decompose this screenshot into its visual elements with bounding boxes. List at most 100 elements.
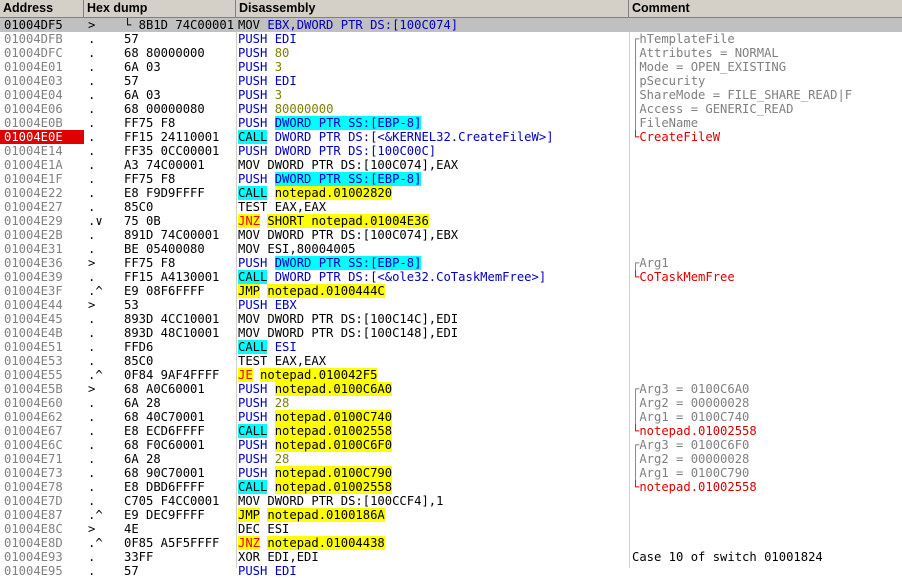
row-operands: DWORD PTR SS:[EBP-8] <box>274 256 422 270</box>
row-address[interactable]: 01004E2B <box>0 228 84 242</box>
row-disassembly: CALL ESI <box>238 340 629 354</box>
table-row[interactable]: 01004E39. FF15 A4130001 CALL DWORD PTR DS:… <box>0 270 902 284</box>
row-address[interactable]: 01004E14 <box>0 144 84 158</box>
table-row[interactable]: 01004E78. E8 DBD6FFFF CALL notepad.0100255… <box>0 480 902 494</box>
header-address[interactable]: Address <box>0 0 84 17</box>
table-row[interactable]: 01004E73. 68 90C70001 PUSH notepad.0100C79… <box>0 466 902 480</box>
row-jump-marker: . <box>88 396 96 410</box>
table-row[interactable]: 01004E03. 57 PUSH EDI │pSecurity <box>0 74 902 88</box>
row-disassembly: CALL notepad.01002820 <box>238 186 629 200</box>
table-row[interactable]: 01004DFB. 57 PUSH EDI ┌hTemplateFile <box>0 32 902 46</box>
row-jump-marker: . <box>88 354 96 368</box>
row-jump-marker: . <box>88 102 96 116</box>
table-row[interactable]: 01004E3F .^ E9 08F6FFFF JMP notepad.0100444… <box>0 284 902 298</box>
row-address[interactable]: 01004E7D <box>0 494 84 508</box>
row-address[interactable]: 01004E1A <box>0 158 84 172</box>
table-row[interactable]: 01004E55 .^ 0F84 9AF4FFFF JE notepad.010042… <box>0 368 902 382</box>
table-row[interactable]: 01004E04. 6A 03 PUSH 3 │ShareMode = FILE_SH… <box>0 88 902 102</box>
table-row[interactable]: 01004E87 .^ E9 DEC9FFFF JMP notepad.0100186… <box>0 508 902 522</box>
row-address[interactable]: 01004E55 <box>0 368 84 382</box>
row-address[interactable]: 01004E22 <box>0 186 84 200</box>
table-row[interactable]: 01004E4B. 893D 48C10001 MOV DWORD PTR DS:[… <box>0 326 902 340</box>
row-mnemonic: CALL <box>238 424 268 438</box>
row-address[interactable]: 01004DFC <box>0 46 84 60</box>
row-mnemonic: MOV <box>238 494 261 508</box>
row-operands: DWORD PTR DS:[100C148],EDI <box>267 326 459 340</box>
row-address[interactable]: 01004E67 <box>0 424 84 438</box>
table-row[interactable]: 01004E44 >53 PUSH EBX <box>0 298 902 312</box>
table-row[interactable]: 01004DFC. 68 80000000 PUSH 80 │Attributes =… <box>0 46 902 60</box>
row-address[interactable]: 01004E53 <box>0 354 84 368</box>
row-address[interactable]: 01004E8C <box>0 522 84 536</box>
row-address[interactable]: 01004E60 <box>0 396 84 410</box>
table-row[interactable]: 01004E8C >4E DEC ESI <box>0 522 902 536</box>
table-row[interactable]: 01004E1A. A3 74C00001 MOV DWORD PTR DS:[10… <box>0 158 902 172</box>
row-jump-marker: . <box>88 32 96 46</box>
row-hex-bytes: FF75 F8 <box>124 256 176 270</box>
table-row[interactable]: 01004E22. E8 F9D9FFFF CALL notepad.0100282… <box>0 186 902 200</box>
table-row[interactable]: 01004E5B >68 A0C60001 PUSH notepad.0100C6A… <box>0 382 902 396</box>
row-hex-bytes: FF35 0CC00001 <box>124 144 220 158</box>
table-row[interactable]: 01004E8D .^ 0F85 A5F5FFFF JNZ notepad.01004… <box>0 536 902 550</box>
table-row[interactable]: 01004E1F. FF75 F8 PUSH DWORD PTR SS:[EBP-8… <box>0 172 902 186</box>
table-row[interactable]: 01004E0E. FF15 24110001 CALL DWORD PTR DS:… <box>0 130 902 144</box>
row-address[interactable]: 01004E93 <box>0 550 84 564</box>
table-row[interactable]: 01004E31. BE 05400080 MOV ESI,80004005 <box>0 242 902 256</box>
row-address[interactable]: 01004E39 <box>0 270 84 284</box>
header-hex-dump[interactable]: Hex dump <box>84 0 236 17</box>
row-address[interactable]: 01004E62 <box>0 410 84 424</box>
table-row[interactable]: 01004E7D. C705 F4CC0001 MOV DWORD PTR DS:[… <box>0 494 902 508</box>
row-address[interactable]: 01004E45 <box>0 312 84 326</box>
table-row[interactable]: 01004DF5 > └ 8B1D 74C00001 MOV EBX,DWORD PT… <box>0 18 902 32</box>
row-address[interactable]: 01004E51 <box>0 340 84 354</box>
row-address[interactable]: 01004E95 <box>0 564 84 578</box>
row-address[interactable]: 01004E31 <box>0 242 84 256</box>
row-address[interactable]: 01004E73 <box>0 466 84 480</box>
table-row[interactable]: 01004E62. 68 40C70001 PUSH notepad.0100C74… <box>0 410 902 424</box>
row-address[interactable]: 01004E3F <box>0 284 84 298</box>
table-row[interactable]: 01004E45. 893D 4CC10001 MOV DWORD PTR DS:[… <box>0 312 902 326</box>
row-address[interactable]: 01004DFB <box>0 32 84 46</box>
row-address[interactable]: 01004E78 <box>0 480 84 494</box>
table-row[interactable]: 01004E67. E8 ECD6FFFF CALL notepad.0100255… <box>0 424 902 438</box>
row-address[interactable]: 01004E71 <box>0 452 84 466</box>
row-operands: notepad.01002820 <box>274 186 393 200</box>
table-row[interactable]: 01004E01. 6A 03 PUSH 3 │Mode = OPEN_EXISTIN… <box>0 60 902 74</box>
table-row[interactable]: 01004E53. 85C0 TEST EAX,EAX <box>0 354 902 368</box>
table-row[interactable]: 01004E60. 6A 28 PUSH 28 │Arg2 = 00000028 <box>0 396 902 410</box>
table-row[interactable]: 01004E93. 33FF XOR EDI,EDI Case 10 of switc… <box>0 550 902 564</box>
header-disassembly[interactable]: Disassembly <box>236 0 629 17</box>
row-address[interactable]: 01004E03 <box>0 74 84 88</box>
table-row[interactable]: 01004E06. 68 00000080 PUSH 80000000 │Access… <box>0 102 902 116</box>
table-row[interactable]: 01004E14. FF35 0CC00001 PUSH DWORD PTR DS:… <box>0 144 902 158</box>
row-address[interactable]: 01004E01 <box>0 60 84 74</box>
row-address[interactable]: 01004E27 <box>0 200 84 214</box>
row-address[interactable]: 01004E87 <box>0 508 84 522</box>
row-address[interactable]: 01004E4B <box>0 326 84 340</box>
row-address[interactable]: 01004E5B <box>0 382 84 396</box>
row-address[interactable]: 01004E0B <box>0 116 84 130</box>
table-row[interactable]: 01004E36 > FF75 F8 PUSH DWORD PTR SS:[EBP-8… <box>0 256 902 270</box>
table-row[interactable]: 01004E6C. 68 F0C60001 PUSH notepad.0100C6F… <box>0 438 902 452</box>
row-address[interactable]: 01004E44 <box>0 298 84 312</box>
table-row[interactable]: 01004E51. FFD6 CALL ESI <box>0 340 902 354</box>
table-row[interactable]: 01004E27. 85C0 TEST EAX,EAX <box>0 200 902 214</box>
row-address[interactable]: 01004E29 <box>0 214 84 228</box>
table-row[interactable]: 01004E0B. FF75 F8 PUSH DWORD PTR SS:[EBP-8… <box>0 116 902 130</box>
row-disassembly: MOV ESI,80004005 <box>238 242 629 256</box>
row-address[interactable]: 01004DF5 <box>0 18 84 32</box>
row-comment: │Attributes = NORMAL <box>632 46 779 60</box>
row-address[interactable]: 01004E0E <box>0 130 84 144</box>
table-row[interactable]: 01004E2B. 891D 74C00001 MOV DWORD PTR DS:[… <box>0 228 902 242</box>
row-address[interactable]: 01004E8D <box>0 536 84 550</box>
row-address[interactable]: 01004E36 <box>0 256 84 270</box>
row-address[interactable]: 01004E1F <box>0 172 84 186</box>
row-address[interactable]: 01004E6C <box>0 438 84 452</box>
table-row[interactable]: 01004E95. 57 PUSH EDI <box>0 564 902 578</box>
table-row[interactable]: 01004E71. 6A 28 PUSH 28 │Arg2 = 00000028 <box>0 452 902 466</box>
row-jump-marker: . <box>88 88 96 102</box>
table-row[interactable]: 01004E29 .∨ 75 0B JNZ SHORT notepad.01004E3… <box>0 214 902 228</box>
row-address[interactable]: 01004E06 <box>0 102 84 116</box>
header-comment[interactable]: Comment <box>629 0 902 17</box>
row-address[interactable]: 01004E04 <box>0 88 84 102</box>
